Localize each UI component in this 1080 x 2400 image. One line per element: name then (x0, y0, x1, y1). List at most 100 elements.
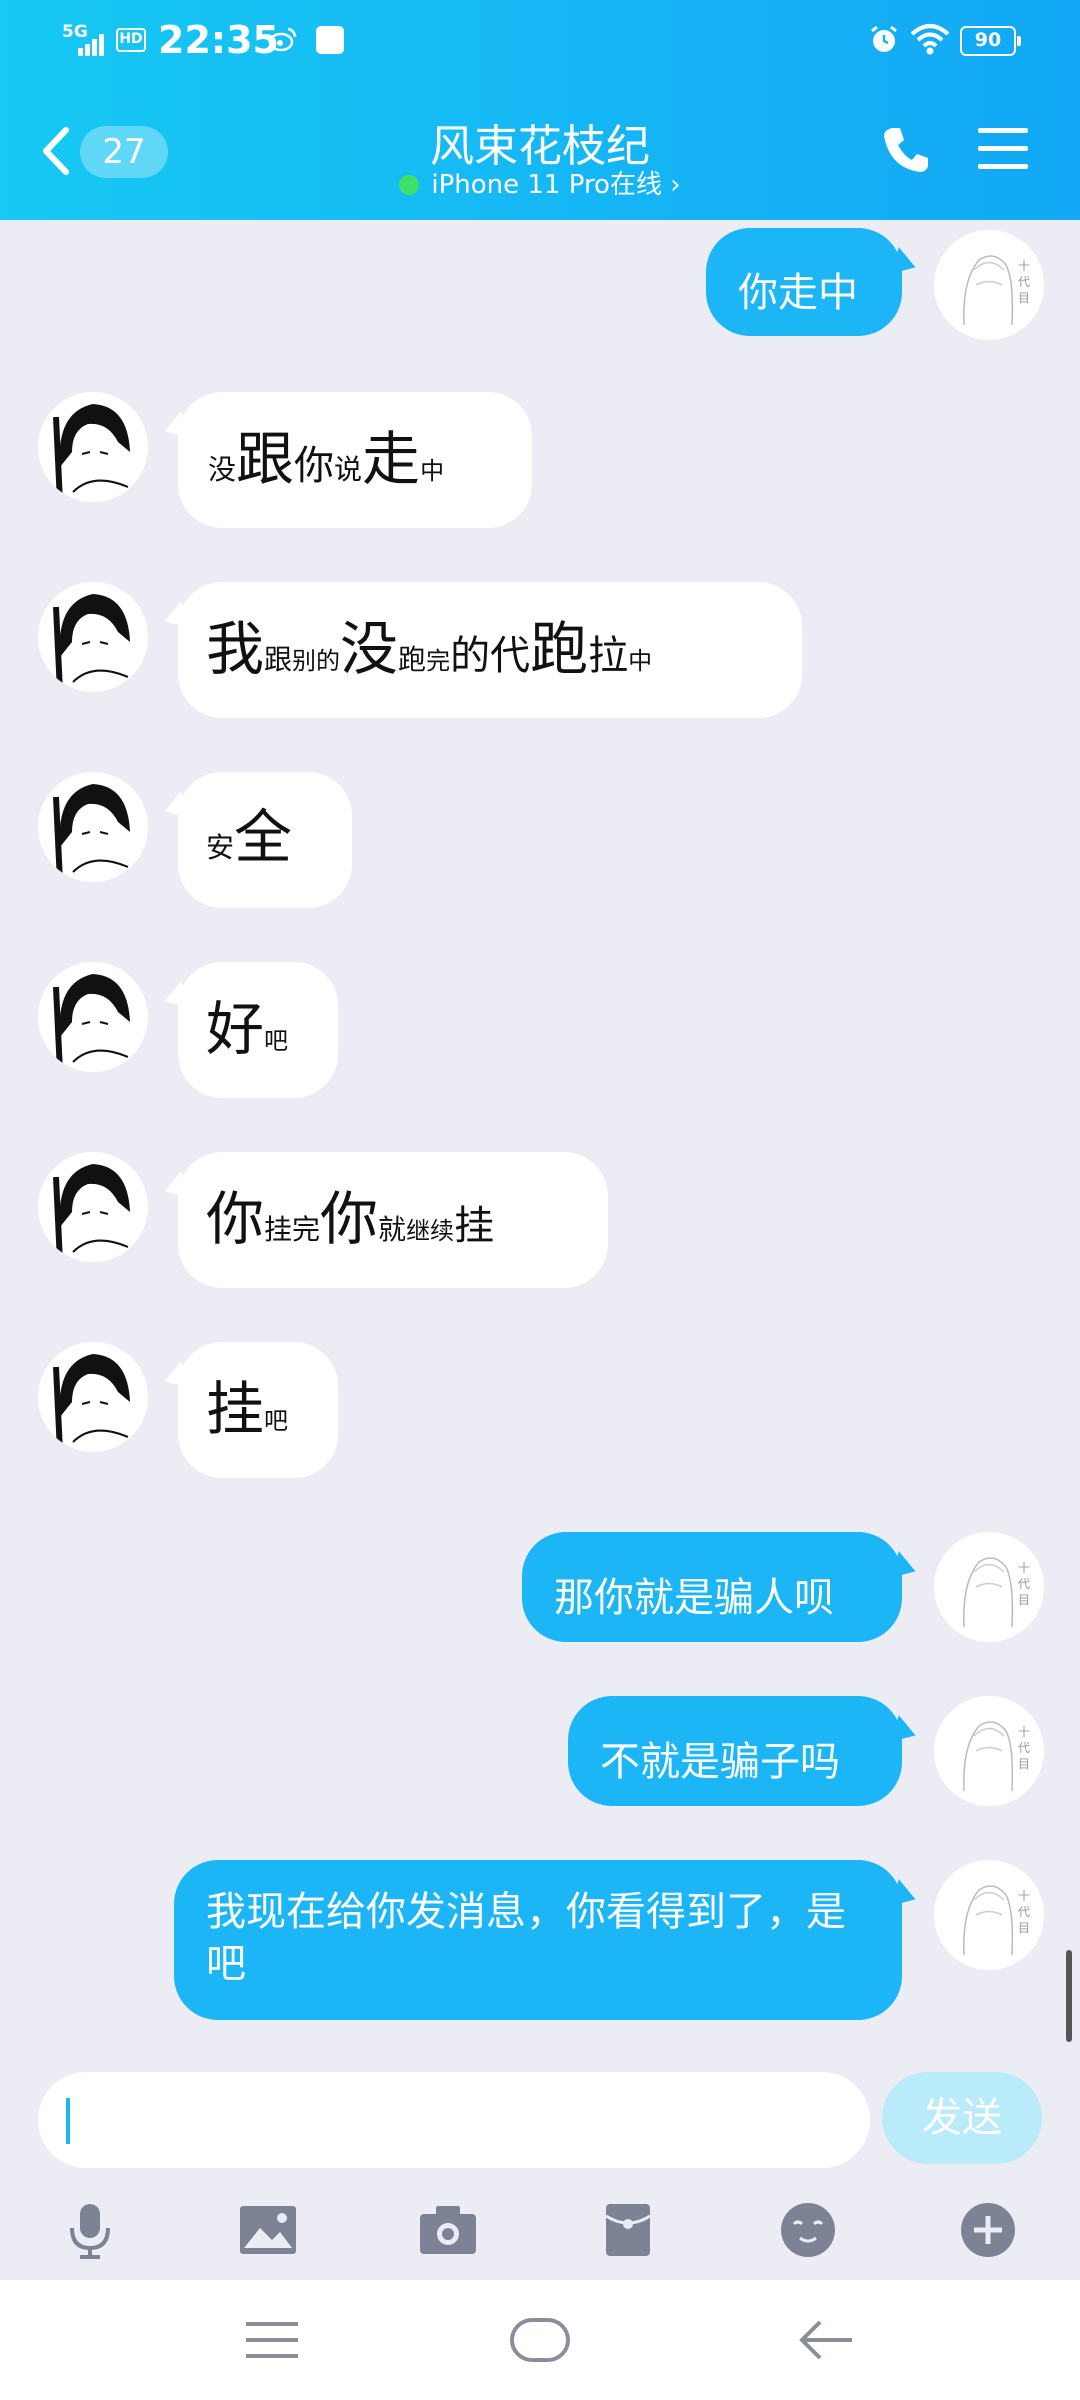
svg-text:十: 十 (1018, 1561, 1030, 1575)
contact-avatar[interactable] (38, 392, 148, 502)
message-segment: 的代 (450, 633, 531, 679)
message-segment: 跟 (264, 643, 293, 676)
message-bubble-outgoing[interactable]: 不就是骗子吗 (568, 1696, 902, 1806)
message-segment: 完 (426, 647, 451, 675)
message-bubble-incoming[interactable]: 你挂完你就继续挂 (178, 1152, 608, 1288)
message-input[interactable] (38, 2072, 870, 2168)
avatar-sketch-image (38, 392, 148, 502)
phone-call-icon[interactable] (880, 124, 932, 176)
battery-indicator: 90 (960, 26, 1021, 56)
avatar-sketch-image: 十 代 目 (934, 1860, 1044, 1970)
text-caret (66, 2098, 70, 2144)
avatar-sketch-image: 十 代 目 (934, 1696, 1044, 1806)
contact-avatar[interactable] (38, 962, 148, 1072)
notification-icon (316, 26, 344, 54)
message-text: 我现在给你发消息，你看得到了，是吧 (206, 1889, 846, 1987)
message-text: 你挂完你就继续挂 (206, 1190, 494, 1248)
message-bubble-outgoing[interactable]: 我现在给你发消息，你看得到了，是吧 (174, 1860, 902, 2020)
message-segment: 你 (320, 1185, 379, 1253)
wifi-icon (910, 24, 950, 55)
svg-text:目: 目 (1018, 1757, 1030, 1771)
status-bar: 5G HD 22:35 90 (0, 0, 1080, 82)
plus-icon[interactable] (958, 2200, 1018, 2260)
svg-text:目: 目 (1018, 1921, 1030, 1935)
message-segment: 没 (340, 615, 399, 683)
message-segment: 安 (206, 831, 235, 864)
menu-icon[interactable] (240, 2310, 304, 2370)
camera-icon[interactable] (418, 2200, 478, 2260)
message-segment: 跑 (398, 643, 427, 676)
message-bubble-incoming[interactable]: 没跟你说走中 (178, 392, 532, 528)
avatar-sketch-image: 十 代 目 (934, 230, 1044, 340)
message-text: 你走中 (738, 270, 858, 316)
contact-avatar[interactable] (38, 1342, 148, 1452)
more-menu-icon[interactable] (978, 126, 1028, 172)
message-segment: 挂 (454, 1203, 495, 1249)
title-bar: 27 风束花枝纪 iPhone 11 Pro在线 › (0, 82, 1080, 220)
my-avatar[interactable]: 十 代 目 (934, 1532, 1044, 1642)
system-nav-bar (0, 2280, 1080, 2400)
svg-text:十: 十 (1018, 259, 1030, 273)
avatar-sketch-image (38, 582, 148, 692)
message-segment: 挂完 (264, 1213, 321, 1246)
my-avatar[interactable]: 十 代 目 (934, 1860, 1044, 1970)
message-segment: 就 (378, 1213, 407, 1246)
svg-text:十: 十 (1018, 1725, 1030, 1739)
avatar-sketch-image (38, 1342, 148, 1452)
message-bubble-incoming[interactable]: 安全 (178, 772, 352, 908)
message-segment: 跑 (530, 615, 589, 683)
image-icon[interactable] (238, 2200, 298, 2260)
emoji-icon[interactable] (778, 2200, 838, 2260)
message-bubble-incoming[interactable]: 好吧 (178, 962, 338, 1098)
message-segment: 走 (362, 425, 421, 493)
message-segment: 我 (206, 615, 265, 683)
contact-avatar[interactable] (38, 582, 148, 692)
message-text: 挂吧 (206, 1380, 288, 1438)
input-bar: 发送 (0, 2050, 1080, 2280)
message-segment: 你 (206, 1185, 265, 1253)
back-icon[interactable] (794, 2310, 858, 2370)
device-status-text: iPhone 11 Pro在线 (431, 170, 662, 200)
my-avatar[interactable]: 十 代 目 (934, 230, 1044, 340)
message-bubble-outgoing[interactable]: 那你就是骗人呗 (522, 1532, 902, 1642)
message-segment: 拉 (588, 633, 629, 679)
scrollbar[interactable] (1066, 1950, 1072, 2042)
avatar-sketch-image (38, 1152, 148, 1262)
status-time: 22:35 (158, 18, 279, 62)
message-segment: 你 (294, 443, 335, 489)
svg-text:代: 代 (1018, 275, 1030, 289)
chevron-right-icon: › (670, 170, 681, 200)
message-segment: 继续 (406, 1217, 455, 1245)
red-packet-icon[interactable] (598, 2200, 658, 2260)
message-segment: 全 (234, 803, 293, 871)
message-text: 我跟别的没跑完的代跑拉中 (206, 620, 652, 678)
contact-avatar[interactable] (38, 772, 148, 882)
send-button[interactable]: 发送 (882, 2072, 1042, 2164)
signal-icon (78, 30, 108, 56)
message-bubble-incoming[interactable]: 我跟别的没跑完的代跑拉中 (178, 582, 802, 718)
message-text: 好吧 (206, 1000, 288, 1058)
chat-messages[interactable]: 十 代 目 你走中 没跟你说走中 我跟别的没跑完的代跑拉中 安全 好吧 你挂完你… (0, 220, 1080, 2050)
message-segment: 别的 (292, 647, 341, 675)
header: 5G HD 22:35 90 27 风束花枝纪 iPhone 11 Pro在线 … (0, 0, 1080, 220)
message-segment: 中 (420, 457, 445, 485)
message-segment: 跟 (236, 425, 295, 493)
avatar-sketch-image: 十 代 目 (934, 1532, 1044, 1642)
message-bubble-outgoing[interactable]: 你走中 (706, 228, 902, 336)
svg-text:代: 代 (1018, 1741, 1030, 1755)
svg-text:代: 代 (1018, 1577, 1030, 1591)
message-segment: 吧 (264, 1027, 289, 1055)
my-avatar[interactable]: 十 代 目 (934, 1696, 1044, 1806)
message-text: 没跟你说走中 (208, 430, 444, 488)
message-segment: 好 (206, 995, 265, 1063)
message-segment: 没 (208, 453, 237, 486)
home-icon[interactable] (508, 2310, 572, 2370)
message-text: 不就是骗子吗 (600, 1739, 840, 1785)
microphone-icon[interactable] (60, 2200, 120, 2260)
message-bubble-incoming[interactable]: 挂吧 (178, 1342, 338, 1478)
contact-avatar[interactable] (38, 1152, 148, 1262)
svg-text:目: 目 (1018, 1593, 1030, 1607)
weibo-icon (268, 27, 297, 52)
svg-text:目: 目 (1018, 291, 1030, 305)
message-segment: 吧 (264, 1407, 289, 1435)
